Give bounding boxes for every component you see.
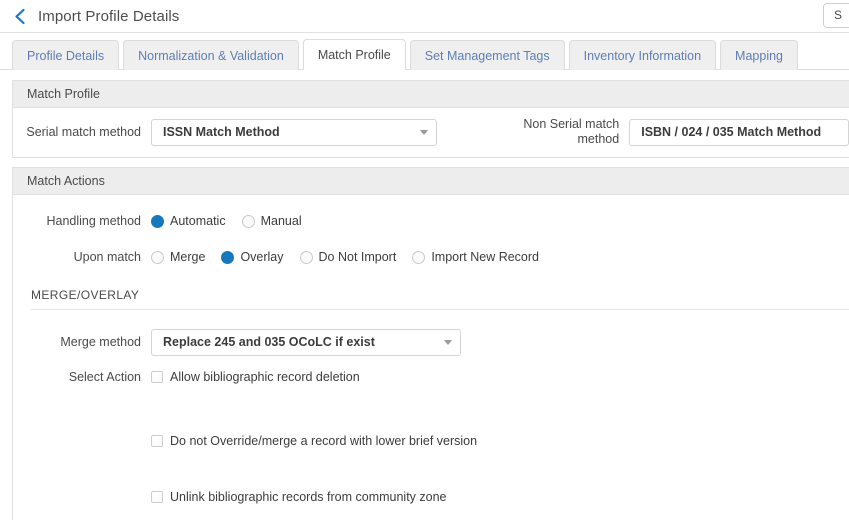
radio-indicator <box>412 251 425 264</box>
radio-handling-manual[interactable]: Manual <box>242 214 302 228</box>
handling-method-radio-group: Automatic Manual <box>151 214 318 228</box>
checkbox-label: Unlink bibliographic records from commun… <box>170 490 447 504</box>
chevron-left-icon <box>14 8 27 25</box>
tab-profile-details[interactable]: Profile Details <box>12 40 119 70</box>
match-actions-panel: Match Actions Handling method Automatic … <box>12 167 849 520</box>
match-profile-body: Serial match method ISSN Match Method No… <box>13 108 849 157</box>
header-actions: S <box>823 3 849 28</box>
serial-match-method-label: Serial match method <box>13 125 151 139</box>
select-action-row: Select Action Allow bibliographic record… <box>13 370 849 398</box>
merge-method-value: Replace 245 and 035 OCoLC if exist <box>152 335 436 349</box>
radio-upon-match-overlay[interactable]: Overlay <box>221 250 283 264</box>
match-profile-section-title: Match Profile <box>13 81 849 108</box>
checkbox-indicator <box>151 491 163 503</box>
radio-label: Automatic <box>170 214 226 228</box>
checkbox-do-not-override-merge-lower-brief-version[interactable]: Do not Override/merge a record with lowe… <box>151 434 477 448</box>
merge-method-select[interactable]: Replace 245 and 035 OCoLC if exist <box>151 329 461 356</box>
match-profile-panel: Match Profile Serial match method ISSN M… <box>12 80 849 158</box>
tab-bar: Profile Details Normalization & Validati… <box>0 33 849 70</box>
checkbox-row-2: Do not Override/merge a record with lowe… <box>13 427 849 455</box>
radio-indicator <box>221 251 234 264</box>
radio-indicator <box>151 251 164 264</box>
radio-upon-match-do-not-import[interactable]: Do Not Import <box>300 250 397 264</box>
checkbox-label: Do not Override/merge a record with lowe… <box>170 434 477 448</box>
checkbox-unlink-bibliographic-records-community-zone[interactable]: Unlink bibliographic records from commun… <box>151 490 447 504</box>
checkbox-indicator <box>151 371 163 383</box>
checkbox-label: Allow bibliographic record deletion <box>170 370 360 384</box>
upon-match-label: Upon match <box>13 250 151 264</box>
handling-method-row: Handling method Automatic Manual <box>13 207 849 235</box>
non-serial-match-method-value: ISBN / 024 / 035 Match Method <box>630 125 848 139</box>
page-header: Import Profile Details S <box>0 0 849 33</box>
radio-indicator <box>151 215 164 228</box>
radio-indicator <box>300 251 313 264</box>
non-serial-label-line1: Non Serial match <box>523 117 619 131</box>
checkbox-indicator <box>151 435 163 447</box>
merge-method-row: Merge method Replace 245 and 035 OCoLC i… <box>13 328 849 356</box>
back-button[interactable] <box>8 4 32 28</box>
page-title: Import Profile Details <box>38 8 179 25</box>
handling-method-label: Handling method <box>13 214 151 228</box>
tab-match-profile[interactable]: Match Profile <box>303 39 406 70</box>
radio-label: Manual <box>261 214 302 228</box>
upon-match-radio-group: Merge Overlay Do Not Import Import New R… <box>151 250 555 264</box>
select-action-label: Select Action <box>13 370 151 384</box>
merge-overlay-divider <box>31 309 849 310</box>
save-button[interactable]: S <box>823 3 849 28</box>
merge-method-label: Merge method <box>13 335 151 349</box>
tab-set-management-tags[interactable]: Set Management Tags <box>410 40 565 70</box>
serial-match-method-select[interactable]: ISSN Match Method <box>151 119 437 146</box>
radio-label: Do Not Import <box>319 250 397 264</box>
radio-indicator <box>242 215 255 228</box>
match-actions-body: Handling method Automatic Manual Upon ma… <box>13 195 849 520</box>
radio-upon-match-merge[interactable]: Merge <box>151 250 205 264</box>
radio-label: Merge <box>170 250 205 264</box>
radio-label: Import New Record <box>431 250 539 264</box>
tab-inventory-information[interactable]: Inventory Information <box>569 40 716 70</box>
non-serial-label-line2: method <box>578 132 620 146</box>
tab-normalization-validation[interactable]: Normalization & Validation <box>123 40 299 70</box>
merge-overlay-subsection-title: MERGE/OVERLAY <box>13 284 849 309</box>
match-method-row: Serial match method ISSN Match Method No… <box>13 117 849 147</box>
radio-handling-automatic[interactable]: Automatic <box>151 214 226 228</box>
chevron-down-icon <box>436 340 460 345</box>
radio-label: Overlay <box>240 250 283 264</box>
checkbox-row-3: Unlink bibliographic records from commun… <box>13 483 849 511</box>
radio-upon-match-import-new-record[interactable]: Import New Record <box>412 250 539 264</box>
serial-match-method-value: ISSN Match Method <box>152 125 412 139</box>
tab-mapping[interactable]: Mapping <box>720 40 798 70</box>
match-actions-section-title: Match Actions <box>13 168 849 195</box>
upon-match-row: Upon match Merge Overlay Do Not Import <box>13 243 849 271</box>
non-serial-match-method-select[interactable]: ISBN / 024 / 035 Match Method <box>629 119 849 146</box>
non-serial-match-method-label: Non Serial match method <box>461 117 629 147</box>
checkbox-allow-bibliographic-record-deletion[interactable]: Allow bibliographic record deletion <box>151 370 360 384</box>
chevron-down-icon <box>412 130 436 135</box>
content-area: Match Profile Serial match method ISSN M… <box>0 70 849 520</box>
